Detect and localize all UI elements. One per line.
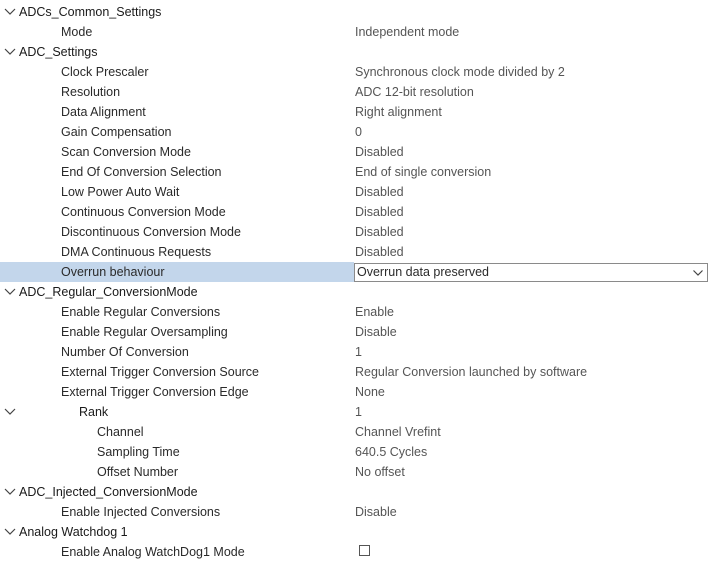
- property-label: Resolution: [61, 85, 121, 99]
- property-value[interactable]: Disable: [355, 502, 397, 522]
- group-adcs-common-settings[interactable]: ADCs_Common_Settings: [0, 2, 709, 22]
- group-label: Analog Watchdog 1: [19, 525, 128, 539]
- chevron-down-icon[interactable]: [3, 405, 17, 419]
- property-label: End Of Conversion Selection: [61, 165, 222, 179]
- overrun-behaviour-dropdown[interactable]: Overrun data preserved: [354, 263, 708, 282]
- property-row-offset-number[interactable]: Offset Number No offset: [0, 462, 709, 482]
- property-value[interactable]: Disabled: [355, 242, 404, 262]
- property-row-number-of-conversion[interactable]: Number Of Conversion 1: [0, 342, 709, 362]
- property-value[interactable]: Independent mode: [355, 22, 459, 42]
- property-value[interactable]: ADC 12-bit resolution: [355, 82, 474, 102]
- property-row-eoc-selection[interactable]: End Of Conversion Selection End of singl…: [0, 162, 709, 182]
- property-label: Enable Regular Conversions: [61, 305, 221, 319]
- property-value[interactable]: Right alignment: [355, 102, 442, 122]
- property-label: Discontinuous Conversion Mode: [61, 225, 241, 239]
- property-label: Channel: [97, 425, 144, 439]
- property-row-external-trigger-edge[interactable]: External Trigger Conversion Edge None: [0, 382, 709, 402]
- property-row-discontinuous-conversion[interactable]: Discontinuous Conversion Mode Disabled: [0, 222, 709, 242]
- dropdown-selected-value: Overrun data preserved: [357, 265, 490, 279]
- property-label: Offset Number: [97, 465, 179, 479]
- property-value[interactable]: 1: [355, 342, 362, 362]
- group-label: ADC_Injected_ConversionMode: [19, 485, 198, 499]
- property-value[interactable]: 640.5 Cycles: [355, 442, 427, 462]
- property-value[interactable]: 1: [355, 402, 362, 422]
- group-adc-settings[interactable]: ADC_Settings: [0, 42, 709, 62]
- chevron-down-icon[interactable]: [3, 525, 17, 539]
- property-value[interactable]: No offset: [355, 462, 405, 482]
- property-value[interactable]: Disabled: [355, 222, 404, 242]
- group-label: ADC_Regular_ConversionMode: [19, 285, 198, 299]
- property-label: External Trigger Conversion Edge: [61, 385, 249, 399]
- group-rank[interactable]: Rank 1: [0, 402, 709, 422]
- property-value[interactable]: None: [355, 382, 385, 402]
- property-value[interactable]: End of single conversion: [355, 162, 491, 182]
- chevron-down-icon[interactable]: [3, 285, 17, 299]
- property-value[interactable]: Disable: [355, 322, 397, 342]
- property-row-data-alignment[interactable]: Data Alignment Right alignment: [0, 102, 709, 122]
- property-label: Overrun behaviour: [61, 265, 165, 279]
- group-adc-injected-conversion-mode[interactable]: ADC_Injected_ConversionMode: [0, 482, 709, 502]
- chevron-down-icon[interactable]: [3, 45, 17, 59]
- property-row-gain-compensation[interactable]: Gain Compensation 0: [0, 122, 709, 142]
- chevron-down-icon[interactable]: [3, 485, 17, 499]
- property-row-low-power-auto-wait[interactable]: Low Power Auto Wait Disabled: [0, 182, 709, 202]
- property-label: Mode: [61, 25, 93, 39]
- chevron-down-icon[interactable]: [692, 267, 704, 279]
- property-label: Number Of Conversion: [61, 345, 189, 359]
- property-label: Scan Conversion Mode: [61, 145, 191, 159]
- property-value[interactable]: Disabled: [355, 202, 404, 222]
- group-label: ADC_Settings: [19, 45, 98, 59]
- property-value[interactable]: Disabled: [355, 142, 404, 162]
- property-row-resolution[interactable]: Resolution ADC 12-bit resolution: [0, 82, 709, 102]
- property-tree: ADCs_Common_Settings Mode Independent mo…: [0, 0, 709, 563]
- property-row-regular-oversampling[interactable]: Enable Regular Oversampling Disable: [0, 322, 709, 342]
- property-label: Continuous Conversion Mode: [61, 205, 226, 219]
- property-row-enable-regular-conversions[interactable]: Enable Regular Conversions Enable: [0, 302, 709, 322]
- analog-watchdog1-checkbox[interactable]: [359, 545, 370, 556]
- property-row-overrun-behaviour[interactable]: Overrun behaviour: [0, 262, 354, 282]
- property-row-sampling-time[interactable]: Sampling Time 640.5 Cycles: [0, 442, 709, 462]
- property-row-mode[interactable]: Mode Independent mode: [0, 22, 709, 42]
- property-row-scan-conversion-mode[interactable]: Scan Conversion Mode Disabled: [0, 142, 709, 162]
- property-label: Data Alignment: [61, 105, 146, 119]
- property-value[interactable]: Disabled: [355, 182, 404, 202]
- property-label: Enable Analog WatchDog1 Mode: [61, 545, 245, 559]
- property-label: Enable Regular Oversampling: [61, 325, 228, 339]
- property-row-clock-prescaler[interactable]: Clock Prescaler Synchronous clock mode d…: [0, 62, 709, 82]
- property-row-external-trigger-source[interactable]: External Trigger Conversion Source Regul…: [0, 362, 709, 382]
- group-adc-regular-conversion-mode[interactable]: ADC_Regular_ConversionMode: [0, 282, 709, 302]
- chevron-down-icon[interactable]: [3, 5, 17, 19]
- property-label: External Trigger Conversion Source: [61, 365, 260, 379]
- property-value[interactable]: Regular Conversion launched by software: [355, 362, 587, 382]
- property-row-analog-watchdog1-mode[interactable]: Enable Analog WatchDog1 Mode: [0, 542, 709, 562]
- property-row-channel[interactable]: Channel Channel Vrefint: [0, 422, 709, 442]
- property-label: Gain Compensation: [61, 125, 172, 139]
- property-row-enable-injected-conversions[interactable]: Enable Injected Conversions Disable: [0, 502, 709, 522]
- property-value[interactable]: 0: [355, 122, 362, 142]
- group-label: ADCs_Common_Settings: [19, 5, 162, 19]
- property-label: Sampling Time: [97, 445, 180, 459]
- property-label: Enable Injected Conversions: [61, 505, 221, 519]
- property-value[interactable]: Channel Vrefint: [355, 422, 441, 442]
- property-row-dma-continuous-requests[interactable]: DMA Continuous Requests Disabled: [0, 242, 709, 262]
- property-value[interactable]: Enable: [355, 302, 394, 322]
- group-analog-watchdog-1[interactable]: Analog Watchdog 1: [0, 522, 709, 542]
- property-label: DMA Continuous Requests: [61, 245, 212, 259]
- group-label: Rank: [79, 405, 109, 419]
- property-value[interactable]: Synchronous clock mode divided by 2: [355, 62, 565, 82]
- property-row-continuous-conversion[interactable]: Continuous Conversion Mode Disabled: [0, 202, 709, 222]
- property-label: Low Power Auto Wait: [61, 185, 180, 199]
- property-label: Clock Prescaler: [61, 65, 149, 79]
